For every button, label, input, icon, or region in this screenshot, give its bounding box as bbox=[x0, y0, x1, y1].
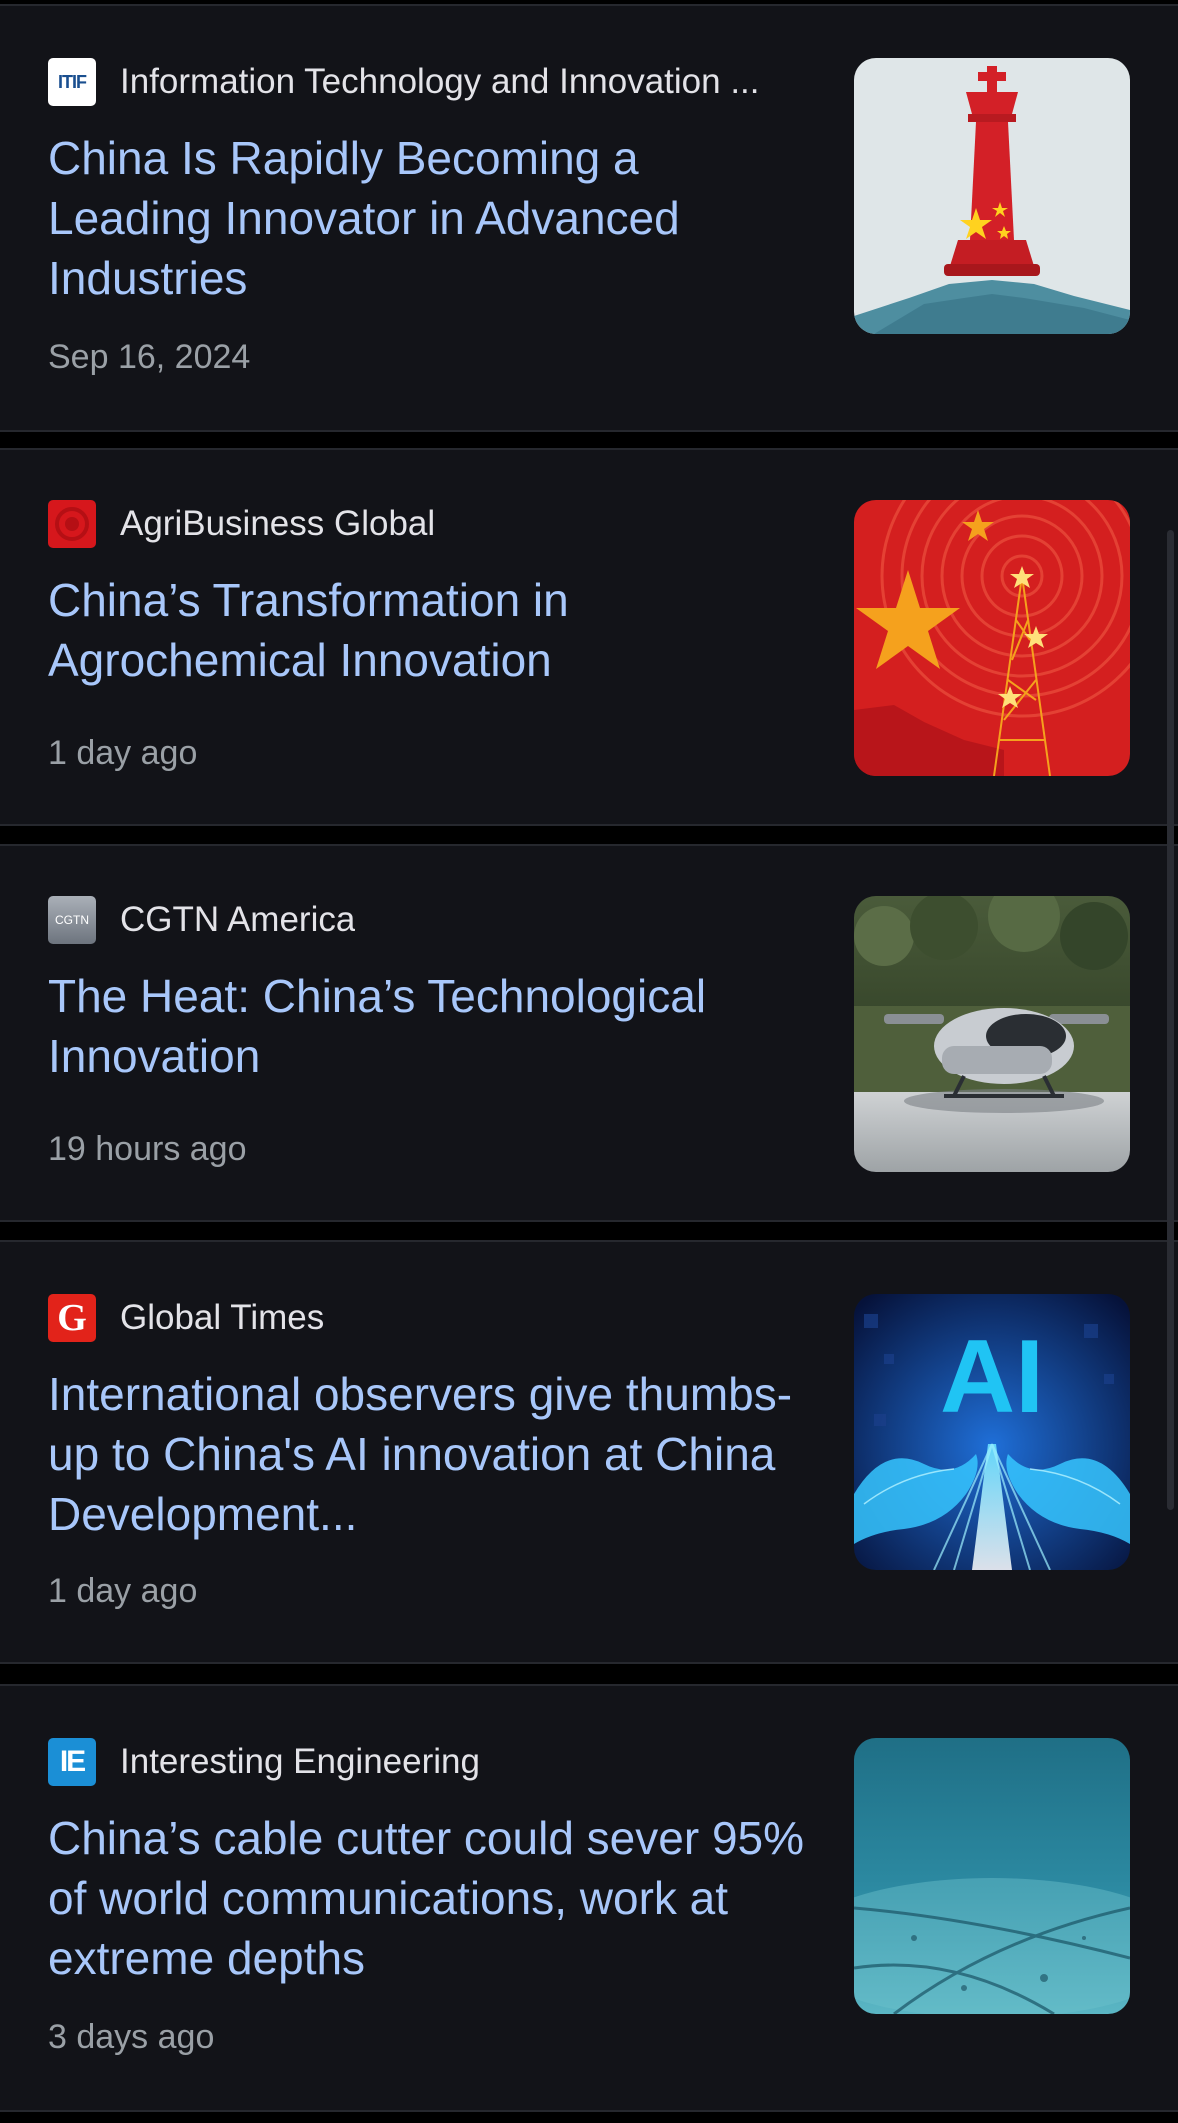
source-name[interactable]: Global Times bbox=[120, 1298, 324, 1338]
source-name[interactable]: Interesting Engineering bbox=[120, 1742, 480, 1782]
itif-logo-icon: ITIF bbox=[48, 58, 96, 106]
article-card[interactable]: AgriBusiness Global China’s Transformati… bbox=[0, 448, 1178, 826]
ai-hands-icon[interactable]: AI bbox=[854, 1294, 1130, 1570]
cgtn-logo-icon: CGTN bbox=[48, 896, 96, 944]
article-card[interactable]: G Global Times International observers g… bbox=[0, 1240, 1178, 1664]
scrollbar[interactable] bbox=[1167, 530, 1174, 1510]
source-row: ITIF Information Technology and Innovati… bbox=[48, 58, 760, 106]
favicon-text: G bbox=[57, 1297, 87, 1339]
source-row: AgriBusiness Global bbox=[48, 500, 435, 548]
global-times-logo-icon: G bbox=[48, 1294, 96, 1342]
favicon-text: CGTN bbox=[55, 913, 89, 927]
article-headline[interactable]: International observers give thumbs-up t… bbox=[48, 1364, 808, 1544]
article-card[interactable]: ITIF Information Technology and Innovati… bbox=[0, 4, 1178, 432]
source-row: CGTN CGTN America bbox=[48, 896, 355, 944]
interesting-engineering-logo-icon: IE bbox=[48, 1738, 96, 1786]
thumbnail-text: AI bbox=[940, 1319, 1044, 1435]
article-headline[interactable]: China Is Rapidly Becoming a Leading Inno… bbox=[48, 128, 808, 308]
article-time: 3 days ago bbox=[48, 2018, 215, 2056]
favicon-text: IE bbox=[59, 1745, 86, 1778]
source-name[interactable]: Information Technology and Innovation ..… bbox=[120, 62, 760, 102]
source-row: IE Interesting Engineering bbox=[48, 1738, 480, 1786]
article-time: 1 day ago bbox=[48, 734, 198, 772]
article-headline[interactable]: China’s cable cutter could sever 95% of … bbox=[48, 1808, 808, 1988]
article-time: Sep 16, 2024 bbox=[48, 338, 251, 376]
article-time: 1 day ago bbox=[48, 1572, 198, 1610]
source-name[interactable]: CGTN America bbox=[120, 900, 355, 940]
chess-king-icon[interactable] bbox=[854, 58, 1130, 334]
flying-car-photo[interactable] bbox=[854, 896, 1130, 1172]
article-card[interactable]: CGTN CGTN America The Heat: China’s Tech… bbox=[0, 844, 1178, 1222]
china-flag-tower-icon[interactable] bbox=[854, 500, 1130, 776]
article-headline[interactable]: China’s Transformation in Agrochemical I… bbox=[48, 570, 808, 690]
source-name[interactable]: AgriBusiness Global bbox=[120, 504, 435, 544]
article-card[interactable]: IE Interesting Engineering China’s cable… bbox=[0, 1684, 1178, 2112]
agribusiness-logo-icon bbox=[48, 500, 96, 548]
favicon-text: ITIF bbox=[58, 71, 87, 92]
news-feed: ITIF Information Technology and Innovati… bbox=[0, 0, 1178, 2123]
article-time: 19 hours ago bbox=[48, 1130, 247, 1168]
source-row: G Global Times bbox=[48, 1294, 324, 1342]
seabed-cables-photo[interactable] bbox=[854, 1738, 1130, 2014]
article-headline[interactable]: The Heat: China’s Technological Innovati… bbox=[48, 966, 808, 1086]
